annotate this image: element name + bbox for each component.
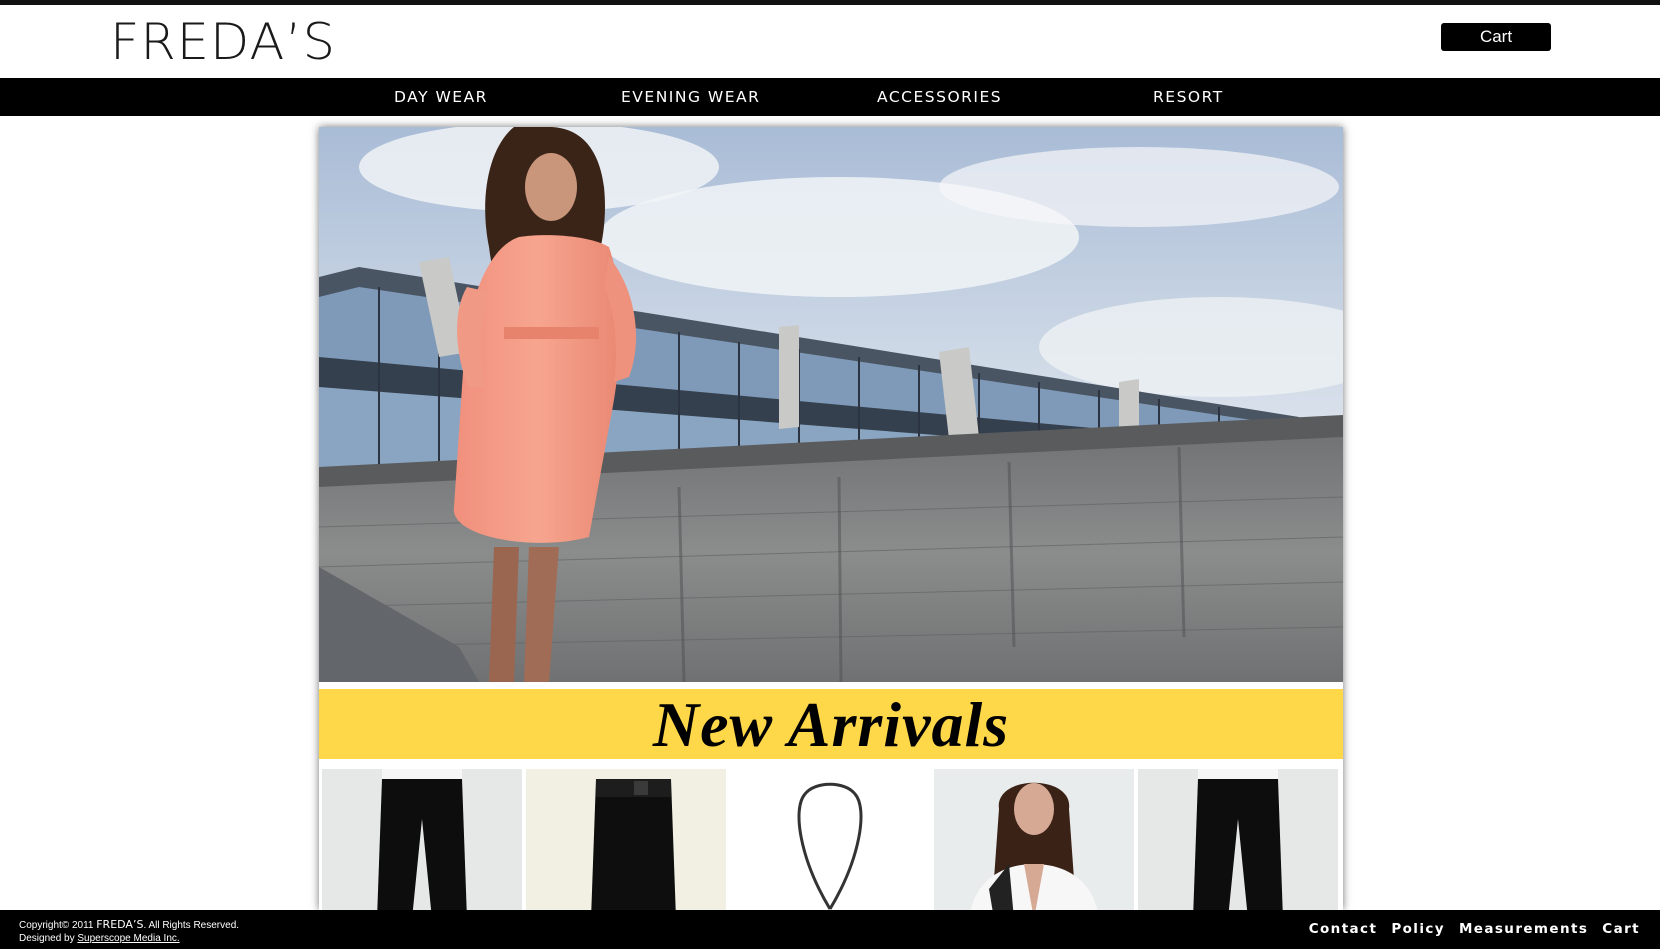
main-nav: DAY WEAR EVENING WEAR ACCESSORIES RESORT <box>0 78 1660 116</box>
copyright-line: Copyright© 2011 FREDA’S. All Rights Rese… <box>19 918 239 932</box>
copyright-suffix: . All Rights Reserved. <box>143 920 240 931</box>
footer-link-measurements[interactable]: Measurements <box>1459 910 1588 949</box>
footer-link-cart[interactable]: Cart <box>1602 910 1640 949</box>
site-header: FREDA’S Cart <box>0 5 1660 78</box>
copyright-brand: FREDA’S <box>96 918 144 931</box>
new-arrivals-banner[interactable]: New Arrivals <box>319 689 1343 760</box>
footer-links: Contact Policy Measurements Cart <box>1309 910 1640 949</box>
nav-item-day-wear[interactable]: DAY WEAR <box>394 78 488 116</box>
nav-item-accessories[interactable]: ACCESSORIES <box>877 78 1002 116</box>
footer-link-contact[interactable]: Contact <box>1309 910 1378 949</box>
necklace-icon <box>730 769 930 910</box>
content-panel: New Arrivals <box>319 127 1343 910</box>
designed-by-line: Designed by Superscope Media Inc. <box>19 932 239 945</box>
product-thumb-trousers-2[interactable] <box>1138 769 1338 910</box>
black-skirt-icon <box>526 769 726 910</box>
copyright-block: Copyright© 2011 FREDA’S. All Rights Rese… <box>19 918 239 945</box>
copyright-prefix: Copyright© 2011 <box>19 920 94 931</box>
new-arrivals-heading: New Arrivals <box>652 689 1010 760</box>
product-thumbnails <box>322 769 1340 910</box>
hero-photo-illustration <box>319 127 1343 682</box>
designed-by-prefix: Designed by <box>19 933 75 944</box>
designer-link[interactable]: Superscope Media Inc. <box>77 933 179 944</box>
site-logo[interactable]: FREDA’S <box>110 17 336 67</box>
black-trousers-icon <box>322 769 522 910</box>
product-thumb-trousers[interactable] <box>322 769 522 910</box>
hero-image[interactable] <box>319 127 1343 682</box>
product-thumb-model-jacket[interactable] <box>934 769 1134 910</box>
nav-item-resort[interactable]: RESORT <box>1153 78 1224 116</box>
footer-link-policy[interactable]: Policy <box>1391 910 1445 949</box>
nav-item-evening-wear[interactable]: EVENING WEAR <box>621 78 760 116</box>
product-thumb-skirt[interactable] <box>526 769 726 910</box>
cart-button[interactable]: Cart <box>1441 23 1551 51</box>
black-trousers-icon <box>1138 769 1338 910</box>
product-thumb-necklace[interactable] <box>730 769 930 910</box>
model-white-jacket-icon <box>934 769 1134 910</box>
site-footer: Copyright© 2011 FREDA’S. All Rights Rese… <box>0 910 1660 949</box>
